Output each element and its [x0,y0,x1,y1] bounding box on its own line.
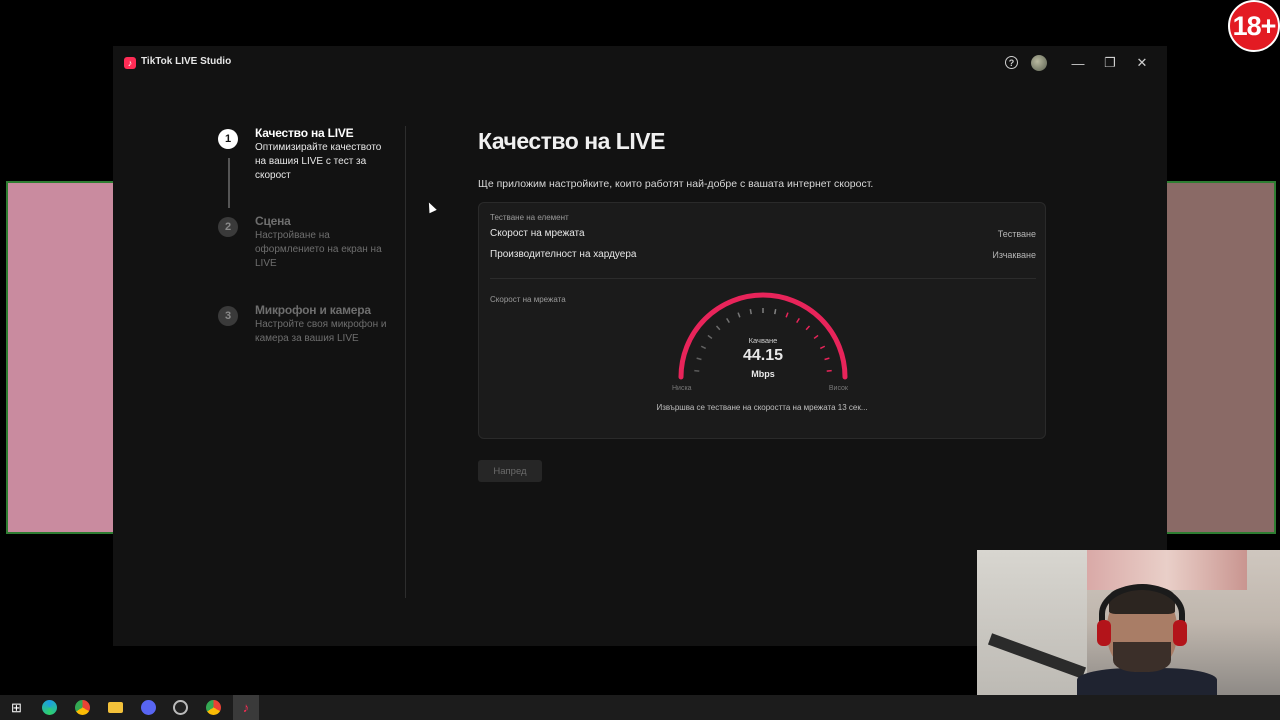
test-item-row: Скорост на мрежата Тестване [490,228,1036,239]
next-button[interactable]: Напред [478,460,542,482]
test-item-status: Тестване [997,229,1036,239]
gauge-tick [726,317,730,323]
mouse-cursor [425,200,437,214]
gauge-tick [749,309,752,315]
gauge-tick [715,325,721,331]
tiktok-logo-icon: ♪ [124,57,136,69]
discord-icon[interactable] [141,700,156,715]
gauge-tick [805,325,811,331]
gauge-section-label: Скорост на мрежата [490,295,566,304]
card-divider [490,278,1036,279]
page-title: Качество на LIVE [478,128,665,154]
app-title: TikTok LIVE Studio [141,56,232,67]
step-description: Настройте своя микрофон и камера за ваши… [255,319,387,344]
test-items-label: Тестване на елемент [490,213,569,222]
app-icon[interactable] [173,700,188,715]
close-button[interactable]: ✕ [1133,54,1151,72]
step-description: Оптимизирайте качеството на вашия LIVE с… [255,142,382,181]
webcam-overlay [977,550,1280,695]
step-number: 2 [218,217,238,237]
webcam-poster [1087,550,1247,590]
headphone-earcup-right [1173,620,1187,646]
gauge-tick [774,309,777,315]
gauge-tick [785,312,789,318]
edge-icon[interactable] [42,700,57,715]
person-shirt [1077,668,1217,695]
step-number: 1 [218,129,238,149]
sidebar-divider [405,126,406,598]
background-panel-right [1164,181,1276,534]
gauge-low-label: Ниска [672,385,692,392]
gauge-high-label: Висок [828,385,848,392]
person-beard [1113,642,1171,672]
step-connector [228,158,230,208]
step-title: Сцена [255,214,291,228]
gauge-caption: Качване [748,336,778,345]
test-item-row: Производителност на хардуера Изчакване [490,249,1036,260]
speed-test-card: Тестване на елемент Скорост на мрежата Т… [478,202,1046,439]
tiktok-live-studio-icon[interactable]: ♪ [233,695,259,720]
minimize-button[interactable]: — [1069,54,1087,72]
headphone-earcup-left [1097,620,1111,646]
restore-button[interactable]: ❐ [1101,54,1119,72]
gauge-value: 44.15 [742,347,784,364]
windows-start-icon[interactable]: ⊞ [9,700,24,715]
test-item-status: Изчакване [992,250,1036,260]
gauge-tick [796,317,800,323]
page-subtitle: Ще приложим настройките, които работят н… [478,178,874,190]
gauge-tick [737,312,741,318]
chrome-icon[interactable] [206,700,221,715]
test-status-text: Извършва се тестване на скоростта на мре… [656,403,868,412]
title-bar[interactable]: ♪ TikTok LIVE Studio ? — ❐ ✕ [113,46,1167,80]
step-description: Настройване на оформлението на екран на … [255,230,382,269]
age-rating-badge: 18+ [1228,0,1280,52]
speed-gauge: Качване 44.15 Mbps Ниска Висок [672,289,854,399]
avatar[interactable] [1031,55,1047,71]
help-icon[interactable]: ? [1005,56,1018,69]
taskbar: ⊞ ♪ [0,695,1280,720]
chrome-icon[interactable] [75,700,90,715]
file-explorer-icon[interactable] [108,702,123,713]
gauge-unit: Mbps [751,369,775,379]
background-panel-left [6,181,116,534]
step-title: Микрофон и камера [255,303,371,317]
step-title: Качество на LIVE [255,126,354,140]
test-item-name: Скорост на мрежата [490,228,585,239]
test-item-name: Производителност на хардуера [490,249,637,260]
step-number: 3 [218,306,238,326]
